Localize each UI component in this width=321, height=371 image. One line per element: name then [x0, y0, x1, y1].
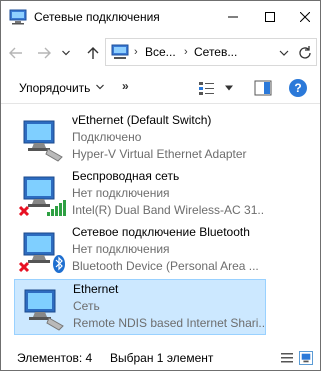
- details-view-icon[interactable]: [280, 351, 294, 365]
- back-arrow-icon: [9, 47, 22, 59]
- item-count: Элементов: 4: [17, 351, 93, 365]
- status-bar: Элементов: 4 Выбран 1 элемент: [1, 345, 320, 371]
- disconnected-x-icon: [18, 205, 30, 217]
- connection-name: vEthernet (Default Switch): [72, 113, 212, 127]
- connection-device: Hyper-V Virtual Ethernet Adapter: [72, 147, 247, 161]
- window-title: Сетевые подключения: [34, 10, 160, 24]
- chevron-down-icon[interactable]: [279, 48, 289, 58]
- refresh-icon[interactable]: [297, 45, 313, 61]
- breadcrumb-separator: ›: [134, 46, 138, 58]
- help-icon[interactable]: ?: [289, 79, 307, 97]
- minimize-icon: [228, 16, 238, 18]
- chevron-down-icon[interactable]: [225, 85, 233, 91]
- breadcrumb-all-control-panel[interactable]: Все...: [145, 45, 176, 59]
- connection-name: Беспроводная сеть: [72, 169, 180, 183]
- connections-list: vEthernet (Default Switch) Подключено Hy…: [1, 105, 320, 337]
- explorer-window: Сетевые подключения › Все... › Сетев... …: [0, 0, 321, 371]
- preview-pane-icon[interactable]: [254, 80, 272, 96]
- chevron-down-icon[interactable]: [96, 84, 104, 90]
- connection-device: Remote NDIS based Internet Shari...: [73, 316, 265, 330]
- selection-count: Выбран 1 элемент: [110, 351, 214, 365]
- connection-device: Bluetooth Device (Personal Area ...: [72, 259, 259, 273]
- maximize-icon: [265, 12, 275, 22]
- close-button[interactable]: [287, 1, 321, 33]
- connection-status: Подключено: [72, 130, 142, 144]
- breadcrumb-network[interactable]: Сетев...: [194, 45, 237, 59]
- wifi-signal-icon: [47, 200, 66, 216]
- forward-arrow-icon: [38, 47, 51, 59]
- connection-status: Нет подключения: [72, 242, 170, 256]
- list-item[interactable]: Беспроводная сеть Нет подключения Intel(…: [14, 167, 266, 223]
- bluetooth-icon: [53, 255, 65, 273]
- more-commands-button[interactable]: »: [122, 79, 129, 93]
- organize-button[interactable]: Упорядочить: [19, 81, 90, 95]
- connection-name: Ethernet: [73, 282, 119, 296]
- ethernet-adapter-icon: [24, 289, 64, 331]
- network-adapter-icon: [23, 120, 63, 162]
- navigation-bar: › Все... › Сетев...: [1, 34, 320, 72]
- list-item[interactable]: Сетевое подключение Bluetooth Нет подклю…: [14, 223, 266, 279]
- command-bar: Упорядочить » ?: [1, 72, 320, 104]
- breadcrumb-separator: ›: [184, 46, 188, 58]
- list-item[interactable]: vEthernet (Default Switch) Подключено Hy…: [14, 111, 266, 167]
- large-icons-view-icon[interactable]: [299, 351, 313, 365]
- wireless-adapter-icon: [18, 176, 66, 217]
- connection-device: Intel(R) Dual Band Wireless-AC 31...: [72, 203, 264, 217]
- close-icon: [300, 12, 310, 22]
- network-connections-icon: [9, 9, 27, 25]
- recent-locations-button[interactable]: [59, 43, 73, 63]
- address-bar[interactable]: › Все... › Сетев...: [105, 38, 317, 66]
- disconnected-x-icon: [18, 261, 30, 273]
- minimize-button[interactable]: [215, 1, 251, 33]
- connection-status: Сеть: [73, 299, 100, 313]
- up-arrow-icon: [87, 47, 99, 59]
- chevron-down-icon: [62, 50, 70, 56]
- connection-name: Сетевое подключение Bluetooth: [72, 225, 250, 239]
- bluetooth-adapter-icon: [18, 232, 65, 273]
- maximize-button[interactable]: [252, 1, 288, 33]
- list-item-selected[interactable]: Ethernet Сеть Remote NDIS based Internet…: [14, 279, 266, 335]
- connection-status: Нет подключения: [72, 186, 170, 200]
- forward-button[interactable]: [34, 43, 54, 63]
- up-button[interactable]: [83, 43, 103, 63]
- change-view-icon[interactable]: [198, 80, 216, 96]
- title-bar[interactable]: Сетевые подключения: [1, 1, 320, 33]
- back-button[interactable]: [6, 43, 26, 63]
- network-connections-icon: [111, 44, 129, 59]
